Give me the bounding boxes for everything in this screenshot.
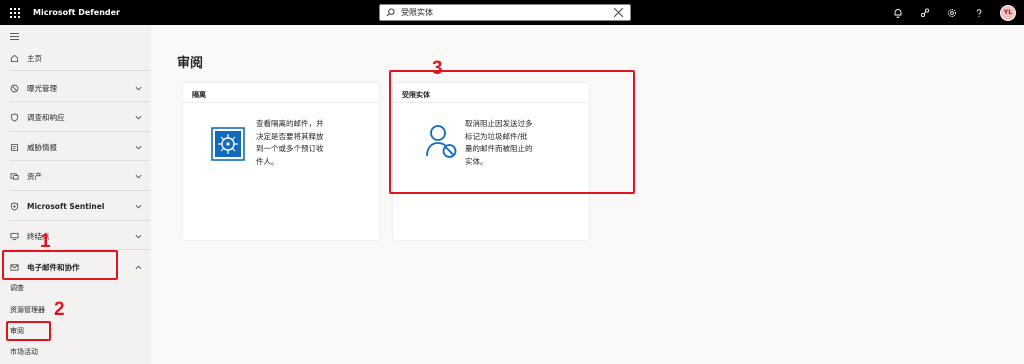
- sidebar-item-label: 曝光管理: [27, 83, 57, 93]
- shield-icon: [9, 112, 19, 122]
- divider: [183, 102, 379, 103]
- sidebar-item-threat-intelligence[interactable]: 威胁情报: [0, 136, 151, 158]
- sentinel-icon: [9, 201, 19, 211]
- quarantine-card[interactable]: 隔离 查看隔离的邮件，并 决定是否要将其释放 到一个或多个预订收 件人。: [183, 83, 379, 240]
- chevron-down-icon: [135, 86, 142, 90]
- chevron-down-icon: [135, 234, 142, 238]
- divider: [9, 70, 150, 71]
- top-bar: Microsoft Defender YL: [0, 0, 1024, 25]
- chevron-down-icon: [135, 204, 142, 208]
- help-icon[interactable]: [973, 7, 984, 18]
- sidebar-item-label: 调查和响应: [27, 112, 65, 122]
- sidebar-item-home[interactable]: 主页: [0, 47, 151, 69]
- page-title: 审阅: [177, 56, 204, 71]
- annotation-box-3: [389, 70, 635, 194]
- sidebar-item-label: 主页: [27, 53, 42, 63]
- sidebar-item-assets[interactable]: 资产: [0, 165, 151, 187]
- annotation-box-1: [2, 250, 118, 280]
- share-icon[interactable]: [919, 7, 930, 18]
- sidebar-item-label: 威胁情报: [27, 142, 57, 152]
- search-box[interactable]: [379, 4, 631, 21]
- hamburger-menu-icon[interactable]: [10, 33, 19, 42]
- chevron-down-icon: [135, 145, 142, 149]
- chevron-down-icon: [135, 174, 142, 178]
- sidebar-subitem-investigations[interactable]: 调查: [10, 283, 24, 293]
- bell-icon[interactable]: [892, 7, 903, 18]
- card-title: 隔离: [192, 91, 206, 99]
- divider: [9, 101, 150, 102]
- search-icon: [386, 8, 395, 17]
- description-line: 查看隔离的邮件，并: [256, 119, 324, 128]
- card-description: 查看隔离的邮件，并 决定是否要将其释放 到一个或多个预订收 件人。: [256, 118, 324, 168]
- home-icon: [9, 53, 19, 63]
- assets-icon: [9, 171, 19, 181]
- description-line: 决定是否要将其释放: [256, 131, 324, 141]
- search-input[interactable]: [401, 8, 601, 17]
- sidebar-item-label: Microsoft Sentinel: [27, 201, 105, 211]
- quarantine-icon: [211, 127, 245, 163]
- divider: [9, 190, 150, 191]
- sidebar-subitem-explorer[interactable]: 资源管理器: [10, 305, 45, 315]
- sidebar-item-label: 资产: [27, 171, 42, 181]
- app-title[interactable]: Microsoft Defender: [33, 8, 120, 17]
- sidebar: 主页 曝光管理 调查和响应 威胁情报 资产 Microsoft Sentinel…: [0, 25, 151, 364]
- clear-search-icon[interactable]: [613, 7, 624, 18]
- sidebar-item-endpoints[interactable]: 终结点: [0, 225, 151, 247]
- gear-icon[interactable]: [946, 7, 957, 18]
- sidebar-subitem-campaigns[interactable]: 市场活动: [10, 347, 38, 357]
- chevron-down-icon: [135, 115, 142, 119]
- intel-icon: [9, 142, 19, 152]
- divider: [9, 131, 150, 132]
- sidebar-item-microsoft-sentinel[interactable]: Microsoft Sentinel: [0, 195, 151, 217]
- app-launcher-icon[interactable]: [10, 7, 20, 18]
- divider: [9, 220, 150, 221]
- annotation-number-3: 3: [432, 58, 443, 79]
- exposure-icon: [9, 83, 19, 93]
- description-line: 到一个或多个预订收: [256, 144, 324, 153]
- annotation-box-2: [6, 321, 51, 341]
- chevron-up-icon: [135, 265, 142, 269]
- annotation-number-1: 1: [40, 231, 51, 252]
- sidebar-item-exposure-management[interactable]: 曝光管理: [0, 77, 151, 99]
- annotation-number-2: 2: [54, 299, 65, 320]
- endpoint-icon: [9, 231, 19, 241]
- description-line: 件人。: [256, 156, 279, 166]
- avatar[interactable]: YL: [1000, 4, 1016, 21]
- sidebar-item-investigation-response[interactable]: 调查和响应: [0, 106, 151, 128]
- divider: [9, 160, 150, 161]
